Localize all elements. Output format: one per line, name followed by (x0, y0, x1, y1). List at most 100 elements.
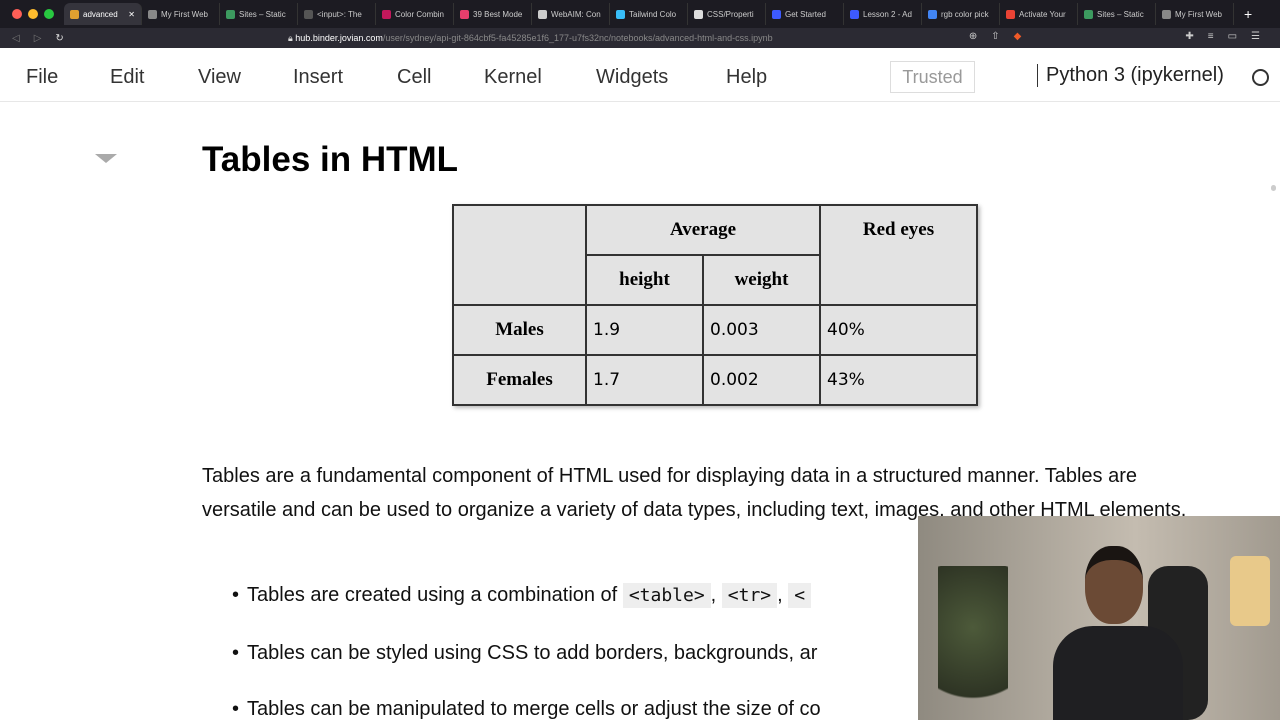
weight-header: weight (702, 254, 821, 306)
browser-tab[interactable]: My First Web (1156, 3, 1234, 25)
browser-tab[interactable]: 39 Best Mode (454, 3, 532, 25)
menu-file[interactable]: File (26, 66, 58, 89)
browser-tab[interactable]: advanced ✕ (64, 3, 142, 25)
zoom-icon[interactable]: ⊕ (969, 31, 977, 42)
browser-tab[interactable]: CSS/Properti (688, 3, 766, 25)
tab-favicon-icon (928, 9, 937, 19)
tab-label: <input>: The (317, 9, 362, 19)
menu-edit[interactable]: Edit (110, 66, 144, 89)
table-cell: 43% (819, 354, 978, 406)
table-cell: 0.002 (702, 354, 821, 406)
tab-favicon-icon (772, 9, 781, 19)
tab-label: rgb color pick (941, 9, 989, 19)
playlist-icon[interactable]: ≡ (1208, 31, 1214, 42)
share-icon[interactable]: ⇧ (991, 31, 999, 42)
reload-icon[interactable]: ↻ (55, 33, 63, 44)
menu-widgets[interactable]: Widgets (596, 66, 668, 89)
address-bar-row: ◁ ▷ ↻ 🔒︎ hub.binder.jovian.com/user/sydney… (0, 28, 1280, 48)
table-row: Males 1.9 0.003 40% (452, 304, 978, 356)
table-cell: 1.9 (585, 304, 704, 356)
table-row: Females 1.7 0.002 43% (452, 354, 978, 406)
tab-label: My First Web (1175, 9, 1222, 19)
browser-tab[interactable]: Tailwind Colo (610, 3, 688, 25)
tab-favicon-icon (694, 9, 703, 19)
row-label: Females (452, 354, 587, 406)
close-window-icon[interactable] (12, 9, 22, 19)
extensions-icon[interactable]: ✚ (1185, 31, 1193, 42)
tab-label: WebAIM: Con (551, 9, 601, 19)
url-path: /user/sydney/api-git-864cbf5-fa45285e1f6… (382, 33, 773, 43)
page-title: Tables in HTML (202, 140, 459, 179)
tab-label: Lesson 2 - Ad (863, 9, 912, 19)
new-tab-button[interactable]: + (1244, 6, 1252, 22)
forward-icon[interactable]: ▷ (34, 33, 42, 44)
menu-view[interactable]: View (198, 66, 241, 89)
menu-kernel[interactable]: Kernel (484, 66, 542, 89)
browser-tab[interactable]: WebAIM: Con (532, 3, 610, 25)
tab-label: Tailwind Colo (629, 9, 677, 19)
browser-tab[interactable]: Sites – Static (220, 3, 298, 25)
red-eyes-header: Red eyes (819, 204, 978, 306)
tab-favicon-icon (538, 9, 547, 19)
table-cell: 0.003 (702, 304, 821, 356)
bullet-item: Tables can be styled using CSS to add bo… (232, 642, 817, 665)
browser-tab[interactable]: Get Started (766, 3, 844, 25)
trusted-button[interactable]: Trusted (890, 61, 975, 93)
tab-label: CSS/Properti (707, 9, 754, 19)
menu-icon[interactable]: ☰ (1251, 31, 1260, 42)
browser-tab[interactable]: Sites – Static (1078, 3, 1156, 25)
menu-cell[interactable]: Cell (397, 66, 431, 89)
row-label: Males (452, 304, 587, 356)
tab-label: advanced (83, 9, 118, 19)
close-tab-icon[interactable]: ✕ (128, 10, 135, 19)
tab-favicon-icon (382, 9, 391, 19)
bullet-item: Tables are created using a combination o… (232, 583, 812, 608)
browser-tab[interactable]: Activate Your (1000, 3, 1078, 25)
tab-label: Sites – Static (1097, 9, 1144, 19)
tab-favicon-icon (1084, 9, 1093, 19)
tab-favicon-icon (304, 9, 313, 19)
maximize-window-icon[interactable] (44, 9, 54, 19)
browser-tab[interactable]: <input>: The (298, 3, 376, 25)
browser-tab[interactable]: rgb color pick (922, 3, 1000, 25)
tab-label: Color Combin (395, 9, 444, 19)
tab-favicon-icon (460, 9, 469, 19)
brave-shield-icon[interactable]: ◆ (1014, 31, 1022, 42)
tab-favicon-icon (1162, 9, 1171, 19)
bullet-text: Tables are created using a combination o… (247, 584, 618, 606)
browser-tab[interactable]: My First Web (142, 3, 220, 25)
wallet-icon[interactable]: ▭ (1228, 31, 1237, 42)
tab-label: My First Web (161, 9, 208, 19)
table-cell: 1.7 (585, 354, 704, 406)
back-icon[interactable]: ◁ (12, 33, 20, 44)
window-controls[interactable] (0, 9, 64, 19)
tab-favicon-icon (616, 9, 625, 19)
tab-favicon-icon (850, 9, 859, 19)
collapse-cell-icon[interactable] (95, 154, 117, 163)
tab-favicon-icon (70, 9, 79, 19)
minimize-window-icon[interactable] (28, 9, 38, 19)
tab-favicon-icon (1006, 9, 1015, 19)
kernel-status-icon (1252, 69, 1269, 86)
browser-tab[interactable]: Lesson 2 - Ad (844, 3, 922, 25)
bullet-item: Tables can be manipulated to merge cells… (232, 698, 821, 721)
table-cell: 40% (819, 304, 978, 356)
tab-favicon-icon (148, 9, 157, 19)
tab-label: 39 Best Mode (473, 9, 523, 19)
menu-help[interactable]: Help (726, 66, 767, 89)
inline-code: < (788, 583, 812, 608)
height-header: height (585, 254, 704, 306)
menu-insert[interactable]: Insert (293, 66, 343, 89)
tab-label: Sites – Static (239, 9, 286, 19)
scrollbar[interactable] (1271, 185, 1276, 191)
inline-code: <tr> (721, 583, 778, 608)
url-input[interactable]: 🔒︎ hub.binder.jovian.com/user/sydney/api… (288, 33, 773, 44)
tab-label: Get Started (785, 9, 826, 19)
inline-code: <table> (622, 583, 711, 608)
tab-label: Activate Your (1019, 9, 1066, 19)
group-header: Average (585, 204, 821, 256)
browser-tab[interactable]: Color Combin (376, 3, 454, 25)
tab-favicon-icon (226, 9, 235, 19)
empty-header-cell (452, 204, 587, 306)
kernel-name[interactable]: Python 3 (ipykernel) (1037, 64, 1224, 87)
